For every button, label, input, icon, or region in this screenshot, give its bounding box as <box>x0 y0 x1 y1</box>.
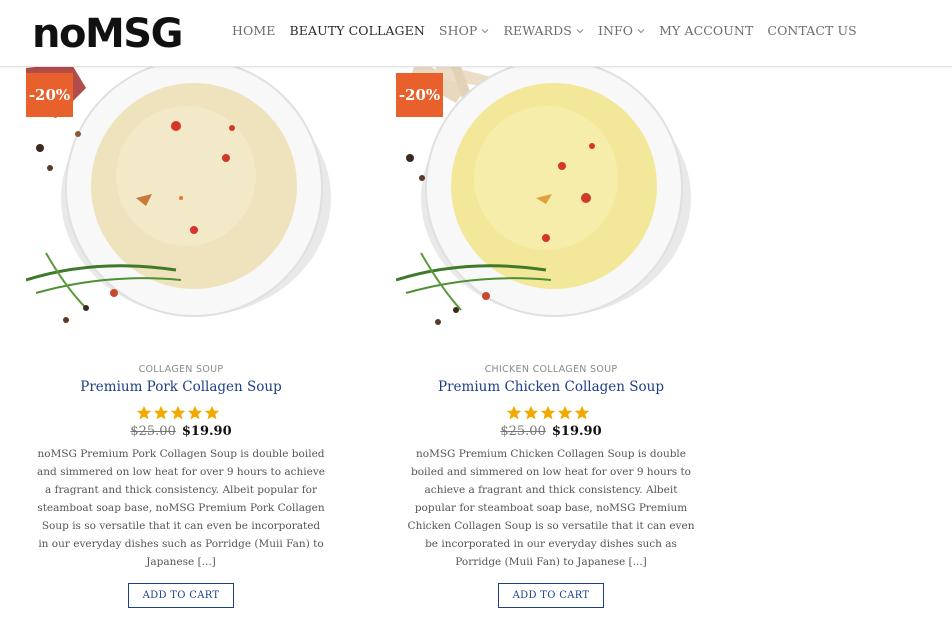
product-description: noMSG Premium Chicken Collagen Soup is d… <box>407 448 695 568</box>
star-icon <box>170 405 186 420</box>
rating-stars <box>20 405 336 421</box>
star-icon <box>153 405 169 420</box>
main-nav: HOME BEAUTY COLLAGEN SHOP REWARDS INFO M… <box>232 23 871 38</box>
chevron-down-icon <box>576 28 584 33</box>
add-to-cart-button[interactable]: ADD TO CART <box>497 583 605 608</box>
nav-contact-us[interactable]: CONTACT US <box>767 23 856 38</box>
product-info: COLLAGEN SOUP Premium Pork Collagen Soup… <box>26 364 336 608</box>
product-title[interactable]: Premium Chicken Collagen Soup <box>396 379 706 395</box>
price: $25.00 $19.90 <box>396 424 706 439</box>
product-description: noMSG Premium Pork Collagen Soup is doub… <box>37 448 325 568</box>
nav-beauty-collagen[interactable]: BEAUTY COLLAGEN <box>289 23 424 38</box>
svg-text:noMSG: noMSG <box>32 11 182 56</box>
product-card-pork: -20% COLLAGEN SOUP Premium Pork Collagen… <box>26 48 336 608</box>
nav-rewards-label: REWARDS <box>503 23 572 38</box>
sale-price: $19.90 <box>551 424 602 439</box>
nav-contact-us-label: CONTACT US <box>767 23 857 38</box>
nav-beauty-collagen-label: BEAUTY COLLAGEN <box>289 23 425 38</box>
star-icon <box>523 405 539 420</box>
nav-home[interactable]: HOME <box>232 23 275 38</box>
chevron-down-icon <box>637 28 645 33</box>
rating-stars <box>390 405 706 421</box>
star-icon <box>187 405 203 420</box>
star-icon <box>574 405 590 420</box>
sale-badge: -20% <box>26 73 73 117</box>
product-category[interactable]: COLLAGEN SOUP <box>26 364 336 375</box>
product-category[interactable]: CHICKEN COLLAGEN SOUP <box>396 364 706 375</box>
nav-info[interactable]: INFO <box>598 23 645 38</box>
product-image-pork[interactable]: -20% <box>26 48 336 348</box>
nav-rewards[interactable]: REWARDS <box>503 23 584 38</box>
nav-my-account[interactable]: MY ACCOUNT <box>659 23 753 38</box>
old-price: $25.00 <box>500 424 546 439</box>
add-to-cart-button[interactable]: ADD TO CART <box>127 583 235 608</box>
product-title[interactable]: Premium Pork Collagen Soup <box>26 379 336 395</box>
product-card-chicken: -20% CHICKEN COLLAGEN SOUP Premium Chick… <box>396 48 706 608</box>
old-price: $25.00 <box>130 424 176 439</box>
star-icon <box>557 405 573 420</box>
nav-home-label: HOME <box>232 23 276 38</box>
price: $25.00 $19.90 <box>26 424 336 439</box>
chevron-down-icon <box>482 28 489 33</box>
product-info: CHICKEN COLLAGEN SOUP Premium Chicken Co… <box>396 364 706 608</box>
nav-shop[interactable]: SHOP <box>439 23 490 38</box>
nav-my-account-label: MY ACCOUNT <box>659 23 754 38</box>
nav-shop-label: SHOP <box>438 23 478 38</box>
star-icon <box>506 405 522 420</box>
sale-price: $19.90 <box>181 424 232 439</box>
sale-badge: -20% <box>396 73 443 117</box>
nomsg-logo[interactable]: noMSG <box>32 10 194 57</box>
star-icon <box>204 405 220 420</box>
star-icon <box>540 405 556 420</box>
star-icon <box>136 405 152 420</box>
site-header: noMSG HOME BEAUTY COLLAGEN SHOP REWARDS … <box>0 0 952 67</box>
nav-info-label: INFO <box>597 23 634 38</box>
product-image-chicken[interactable]: -20% <box>396 48 706 348</box>
